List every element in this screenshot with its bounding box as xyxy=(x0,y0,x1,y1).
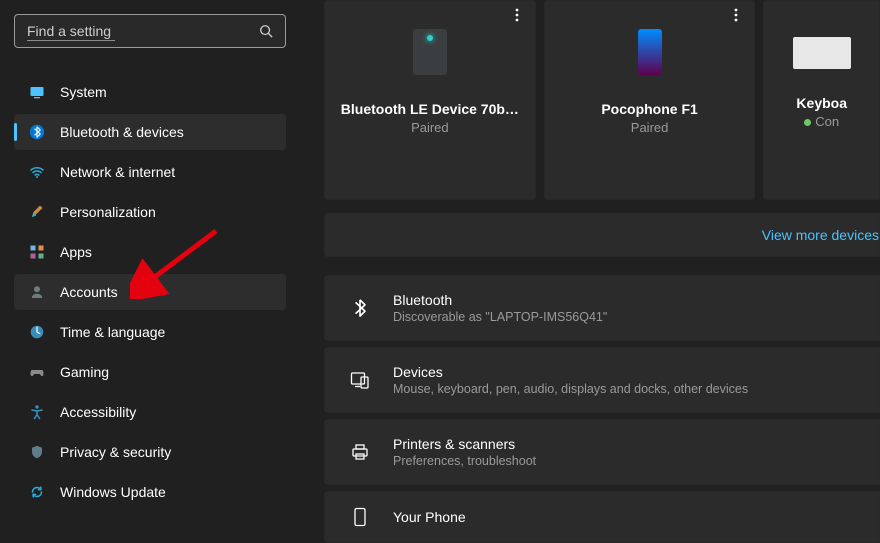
phone-icon xyxy=(349,506,371,528)
sidebar-item-label: Accounts xyxy=(60,284,118,300)
sidebar-item-label: Accessibility xyxy=(60,404,136,420)
sidebar-item-network[interactable]: Network & internet xyxy=(14,154,286,190)
sidebar-nav: System Bluetooth & devices Network & int… xyxy=(14,74,286,510)
search-input[interactable]: Find a setting xyxy=(14,14,286,48)
device-title: Bluetooth LE Device 70b… xyxy=(325,101,535,117)
gaming-icon xyxy=(28,363,46,381)
row-sub: Discoverable as "LAPTOP-IMS56Q41" xyxy=(393,310,607,324)
row-title: Bluetooth xyxy=(393,292,607,308)
row-title: Your Phone xyxy=(393,509,466,525)
device-status: Paired xyxy=(545,120,755,135)
printer-icon xyxy=(349,441,371,463)
row-printers-scanners[interactable]: Printers & scanners Preferences, trouble… xyxy=(324,419,880,485)
more-icon[interactable] xyxy=(509,7,525,23)
device-status: Paired xyxy=(325,120,535,135)
settings-rows: Bluetooth Discoverable as "LAPTOP-IMS56Q… xyxy=(324,275,880,543)
sidebar-item-label: Windows Update xyxy=(60,484,166,500)
view-more-bar: View more devices xyxy=(324,213,880,257)
row-sub: Preferences, troubleshoot xyxy=(393,454,536,468)
sidebar-item-personalization[interactable]: Personalization xyxy=(14,194,286,230)
accessibility-icon xyxy=(28,403,46,421)
row-sub: Mouse, keyboard, pen, audio, displays an… xyxy=(393,382,748,396)
shield-icon xyxy=(28,443,46,461)
sidebar-item-label: System xyxy=(60,84,107,100)
phone-glyph xyxy=(638,29,662,75)
sidebar-item-gaming[interactable]: Gaming xyxy=(14,354,286,390)
sidebar-item-time-language[interactable]: Time & language xyxy=(14,314,286,350)
sidebar-item-system[interactable]: System xyxy=(14,74,286,110)
update-icon xyxy=(28,483,46,501)
row-devices[interactable]: Devices Mouse, keyboard, pen, audio, dis… xyxy=(324,347,880,413)
row-title: Devices xyxy=(393,364,748,380)
device-glyph xyxy=(413,29,447,75)
accounts-icon xyxy=(28,283,46,301)
search-icon xyxy=(259,24,273,38)
sidebar-item-windows-update[interactable]: Windows Update xyxy=(14,474,286,510)
view-more-devices-link[interactable]: View more devices xyxy=(762,227,879,243)
personalization-icon xyxy=(28,203,46,221)
search-placeholder: Find a setting xyxy=(27,23,259,39)
sidebar-item-accounts[interactable]: Accounts xyxy=(14,274,286,310)
row-your-phone[interactable]: Your Phone xyxy=(324,491,880,543)
sidebar-item-privacy-security[interactable]: Privacy & security xyxy=(14,434,286,470)
device-title: Keyboa xyxy=(764,95,879,111)
wifi-icon xyxy=(28,163,46,181)
keyboard-glyph xyxy=(793,37,851,69)
sidebar-item-apps[interactable]: Apps xyxy=(14,234,286,270)
sidebar-item-label: Personalization xyxy=(60,204,156,220)
devices-icon xyxy=(349,369,371,391)
device-title: Pocophone F1 xyxy=(545,101,755,117)
bluetooth-icon xyxy=(28,123,46,141)
device-tile-keyboard[interactable]: Keyboa Con xyxy=(763,0,880,200)
sidebar-item-label: Privacy & security xyxy=(60,444,171,460)
device-tile-pocophone[interactable]: Pocophone F1 Paired xyxy=(544,0,756,200)
sidebar-item-accessibility[interactable]: Accessibility xyxy=(14,394,286,430)
bluetooth-icon xyxy=(349,297,371,319)
sidebar-item-bluetooth-devices[interactable]: Bluetooth & devices xyxy=(14,114,286,150)
device-status: Con xyxy=(764,114,879,129)
apps-icon xyxy=(28,243,46,261)
time-language-icon xyxy=(28,323,46,341)
sidebar-item-label: Apps xyxy=(60,244,92,260)
sidebar-item-label: Gaming xyxy=(60,364,109,380)
device-tiles: Bluetooth LE Device 70b… Paired Pocophon… xyxy=(324,0,880,200)
row-bluetooth[interactable]: Bluetooth Discoverable as "LAPTOP-IMS56Q… xyxy=(324,275,880,341)
sidebar-item-label: Network & internet xyxy=(60,164,175,180)
sidebar-item-label: Time & language xyxy=(60,324,165,340)
more-icon[interactable] xyxy=(728,7,744,23)
device-tile-bluetooth-le[interactable]: Bluetooth LE Device 70b… Paired xyxy=(324,0,536,200)
row-title: Printers & scanners xyxy=(393,436,536,452)
system-icon xyxy=(28,83,46,101)
sidebar-item-label: Bluetooth & devices xyxy=(60,124,184,140)
